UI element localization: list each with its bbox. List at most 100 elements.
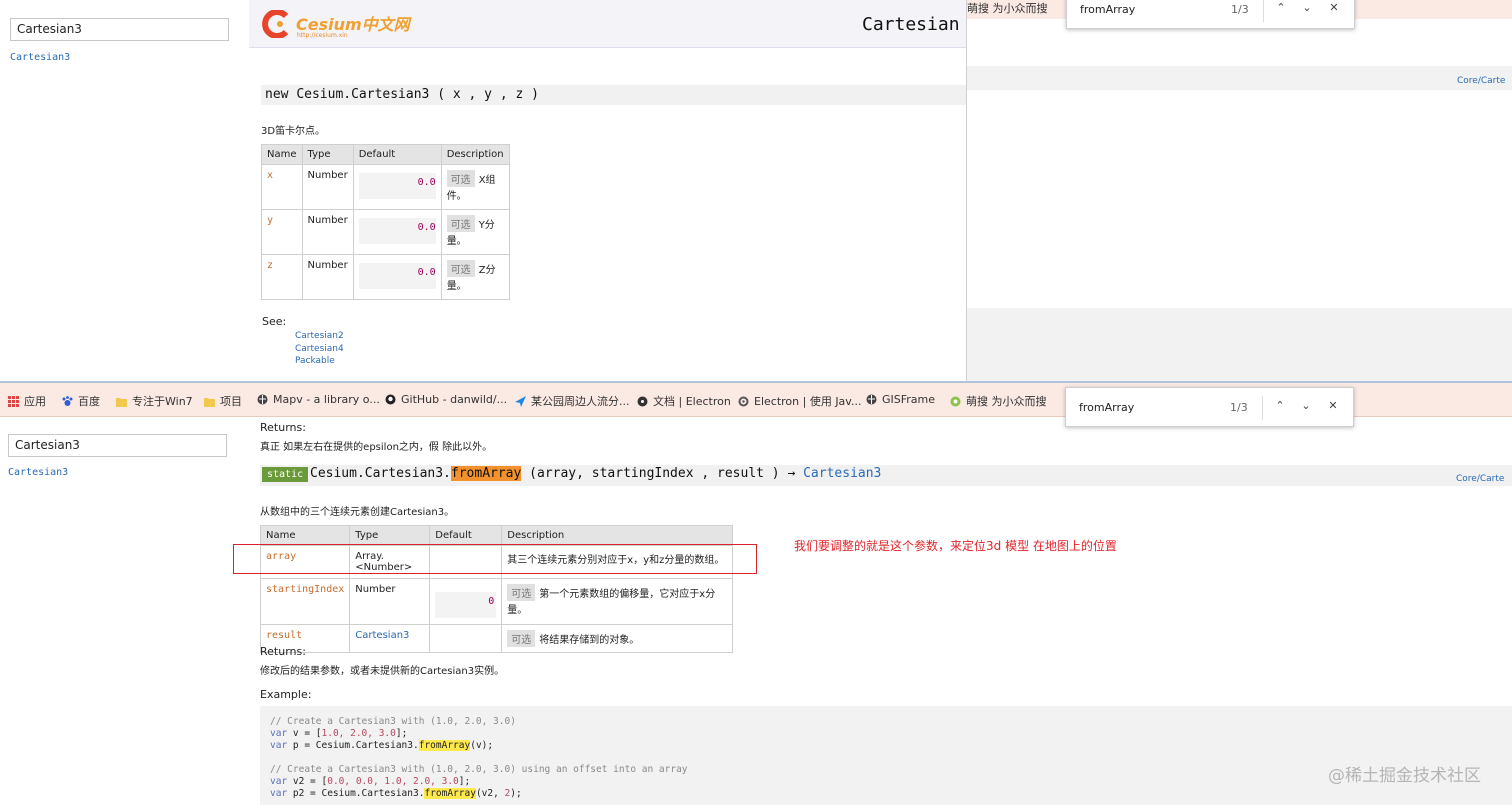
col-header: Description <box>501 525 733 546</box>
source-link[interactable]: Core/Carte <box>1457 76 1505 86</box>
bookmark-label: 文档 | Electron <box>653 395 731 408</box>
bookmark-apps[interactable]: 应用 <box>8 393 46 409</box>
bookmark-park[interactable]: 某公园周边人流分... <box>515 393 630 409</box>
github-icon <box>385 394 396 405</box>
example-label: Example: <box>260 688 312 701</box>
bookmark-projects[interactable]: 项目 <box>204 393 242 409</box>
bookmark-label: 专注于Win7 <box>132 395 193 408</box>
top-right-gray-area <box>966 308 1512 383</box>
default-value: 0.0 <box>417 267 436 278</box>
default-box: 0.0 <box>358 218 436 244</box>
returns-text: 真正 如果左右在提供的epsilon之内，假 除此以外。 <box>260 442 493 453</box>
default-value: 0.0 <box>417 177 436 188</box>
sig-prefix: new <box>265 87 289 102</box>
code-text: (v2, <box>475 788 505 799</box>
globe-icon <box>257 394 268 405</box>
code-text: ); <box>510 788 522 799</box>
bookmark-github[interactable]: GitHub - danwild/... <box>385 393 507 406</box>
code-keyword: var <box>270 788 288 799</box>
code-line: var p = Cesium.Cartesian3.fromArray(v); <box>270 740 1502 752</box>
bookmark-mengsou[interactable]: 萌搜 为小众而搜 <box>950 393 1047 409</box>
find-bar: fromArray 1/3 ⌃ ⌄ ✕ <box>1065 387 1354 427</box>
bookmark-win7[interactable]: 专注于Win7 <box>116 393 193 409</box>
col-header: Default <box>429 525 503 546</box>
gear-icon <box>738 396 749 407</box>
param-name: result <box>266 630 303 641</box>
bookmark-mapv[interactable]: Mapv - a library o... <box>257 393 380 406</box>
find-close-icon[interactable]: ✕ <box>1326 0 1342 16</box>
find-prev-icon[interactable]: ⌃ <box>1272 398 1288 414</box>
code-keyword: var <box>270 740 288 751</box>
bookmark-gisframe[interactable]: GISFrame <box>866 393 935 406</box>
bookmark-label: Mapv - a library o... <box>273 393 380 406</box>
default-box: 0 <box>435 592 497 618</box>
search-input[interactable]: Cartesian3 <box>8 434 227 457</box>
annotation-text: 我们要调整的就是这个参数，来定位3d 模型 在地图上的位置 <box>794 539 1117 553</box>
bottom-pane: 应用 百度 专注于Win7 项目 Mapv - a library o... G… <box>0 383 1512 805</box>
search-input[interactable]: Cartesian3 <box>10 18 229 41</box>
code-text: p = Cesium.Cartesian3. <box>287 740 419 751</box>
col-header: Type <box>349 525 431 546</box>
apps-grid-icon <box>8 396 19 407</box>
bookmark-label: 百度 <box>78 395 100 408</box>
circle-icon <box>950 396 961 407</box>
table-row: startingIndex Number 0 可选 第一个元素数组的偏移量，它对应… <box>259 578 733 625</box>
code-text: ]; <box>458 776 471 787</box>
bookmark-label: 某公园周边人流分... <box>531 395 630 408</box>
code-text: v2 = [ <box>287 776 328 787</box>
find-prev-icon[interactable]: ⌃ <box>1273 0 1289 16</box>
see-link-cartesian2[interactable]: Cartesian2 <box>295 331 344 341</box>
see-link-cartesian4[interactable]: Cartesian4 <box>295 344 344 354</box>
sidebar-item-cartesian3[interactable]: Cartesian3 <box>10 52 70 63</box>
watermark: @稀土掘金技术社区 <box>1328 766 1481 786</box>
find-count: 1/3 <box>1231 3 1249 16</box>
default-box: 0.0 <box>358 263 436 289</box>
returns-label: Returns: <box>260 421 306 434</box>
bookmark-label: Electron | 使用 Jav... <box>754 395 862 408</box>
code-highlight: fromArray <box>424 788 476 799</box>
find-input[interactable]: fromArray <box>1079 401 1134 414</box>
param-type: Number <box>349 578 431 625</box>
code-text: p2 = Cesium.Cartesian3. <box>287 788 425 799</box>
see-label: See: <box>262 315 287 328</box>
globe-icon <box>866 394 877 405</box>
find-next-icon[interactable]: ⌄ <box>1298 398 1314 414</box>
table-row: x Number 0.0 可选 X组件。 <box>261 164 511 210</box>
code-text: v = [ <box>287 728 322 739</box>
table-row: z Number 0.0 可选 Z分量。 <box>261 254 511 300</box>
bookmark-electron-js[interactable]: Electron | 使用 Jav... <box>738 393 861 409</box>
param-desc: 将结果存储到的对象。 <box>539 635 640 646</box>
pane-divider <box>966 0 967 383</box>
find-separator <box>1262 396 1263 420</box>
constructor-description: 3D笛卡尔点。 <box>261 126 326 137</box>
default-value: 0 <box>488 596 495 607</box>
find-close-icon[interactable]: ✕ <box>1325 398 1341 414</box>
code-keyword: var <box>270 728 288 739</box>
find-separator <box>1263 0 1264 22</box>
code-keyword: var <box>270 776 288 787</box>
code-text: ]; <box>395 728 408 739</box>
find-input[interactable]: fromArray <box>1080 3 1135 16</box>
bookmark-label: GitHub - danwild/... <box>401 393 508 406</box>
source-link[interactable]: Core/Carte <box>1456 474 1504 484</box>
find-count: 1/3 <box>1230 401 1248 414</box>
logo-url: http://cesium.xin <box>297 32 348 39</box>
code-line: var v = [1.0, 2.0, 3.0]; <box>270 728 1502 740</box>
sidebar-item-cartesian3[interactable]: Cartesian3 <box>8 467 68 478</box>
bookmark-fragment[interactable]: 萌搜 为小众而搜 <box>967 0 1048 16</box>
return-type-link[interactable]: Cartesian3 <box>803 466 881 481</box>
code-number: 0.0, 0.0, 1.0, 2.0, 3.0 <box>327 776 459 787</box>
param-type-link[interactable]: Cartesian3 <box>355 630 409 641</box>
code-comment: // Create a Cartesian3 with (1.0, 2.0, 3… <box>270 716 516 727</box>
bookmark-electron-docs[interactable]: 文档 | Electron <box>637 393 731 409</box>
bookmark-baidu[interactable]: 百度 <box>62 393 100 409</box>
find-next-icon[interactable]: ⌄ <box>1299 0 1315 16</box>
param-desc: 第一个元素数组的偏移量，它对应于x分量。 <box>507 589 716 616</box>
top-pane: 萌搜 为小众而搜 Core/Carte Cartesian3 Cartesian… <box>0 0 1512 383</box>
param-name: startingIndex <box>266 584 345 595</box>
param-type: Number <box>301 209 354 255</box>
cesium-logo-icon[interactable] <box>262 10 292 38</box>
code-highlight: fromArray <box>418 740 471 751</box>
see-link-packable[interactable]: Packable <box>295 356 335 366</box>
